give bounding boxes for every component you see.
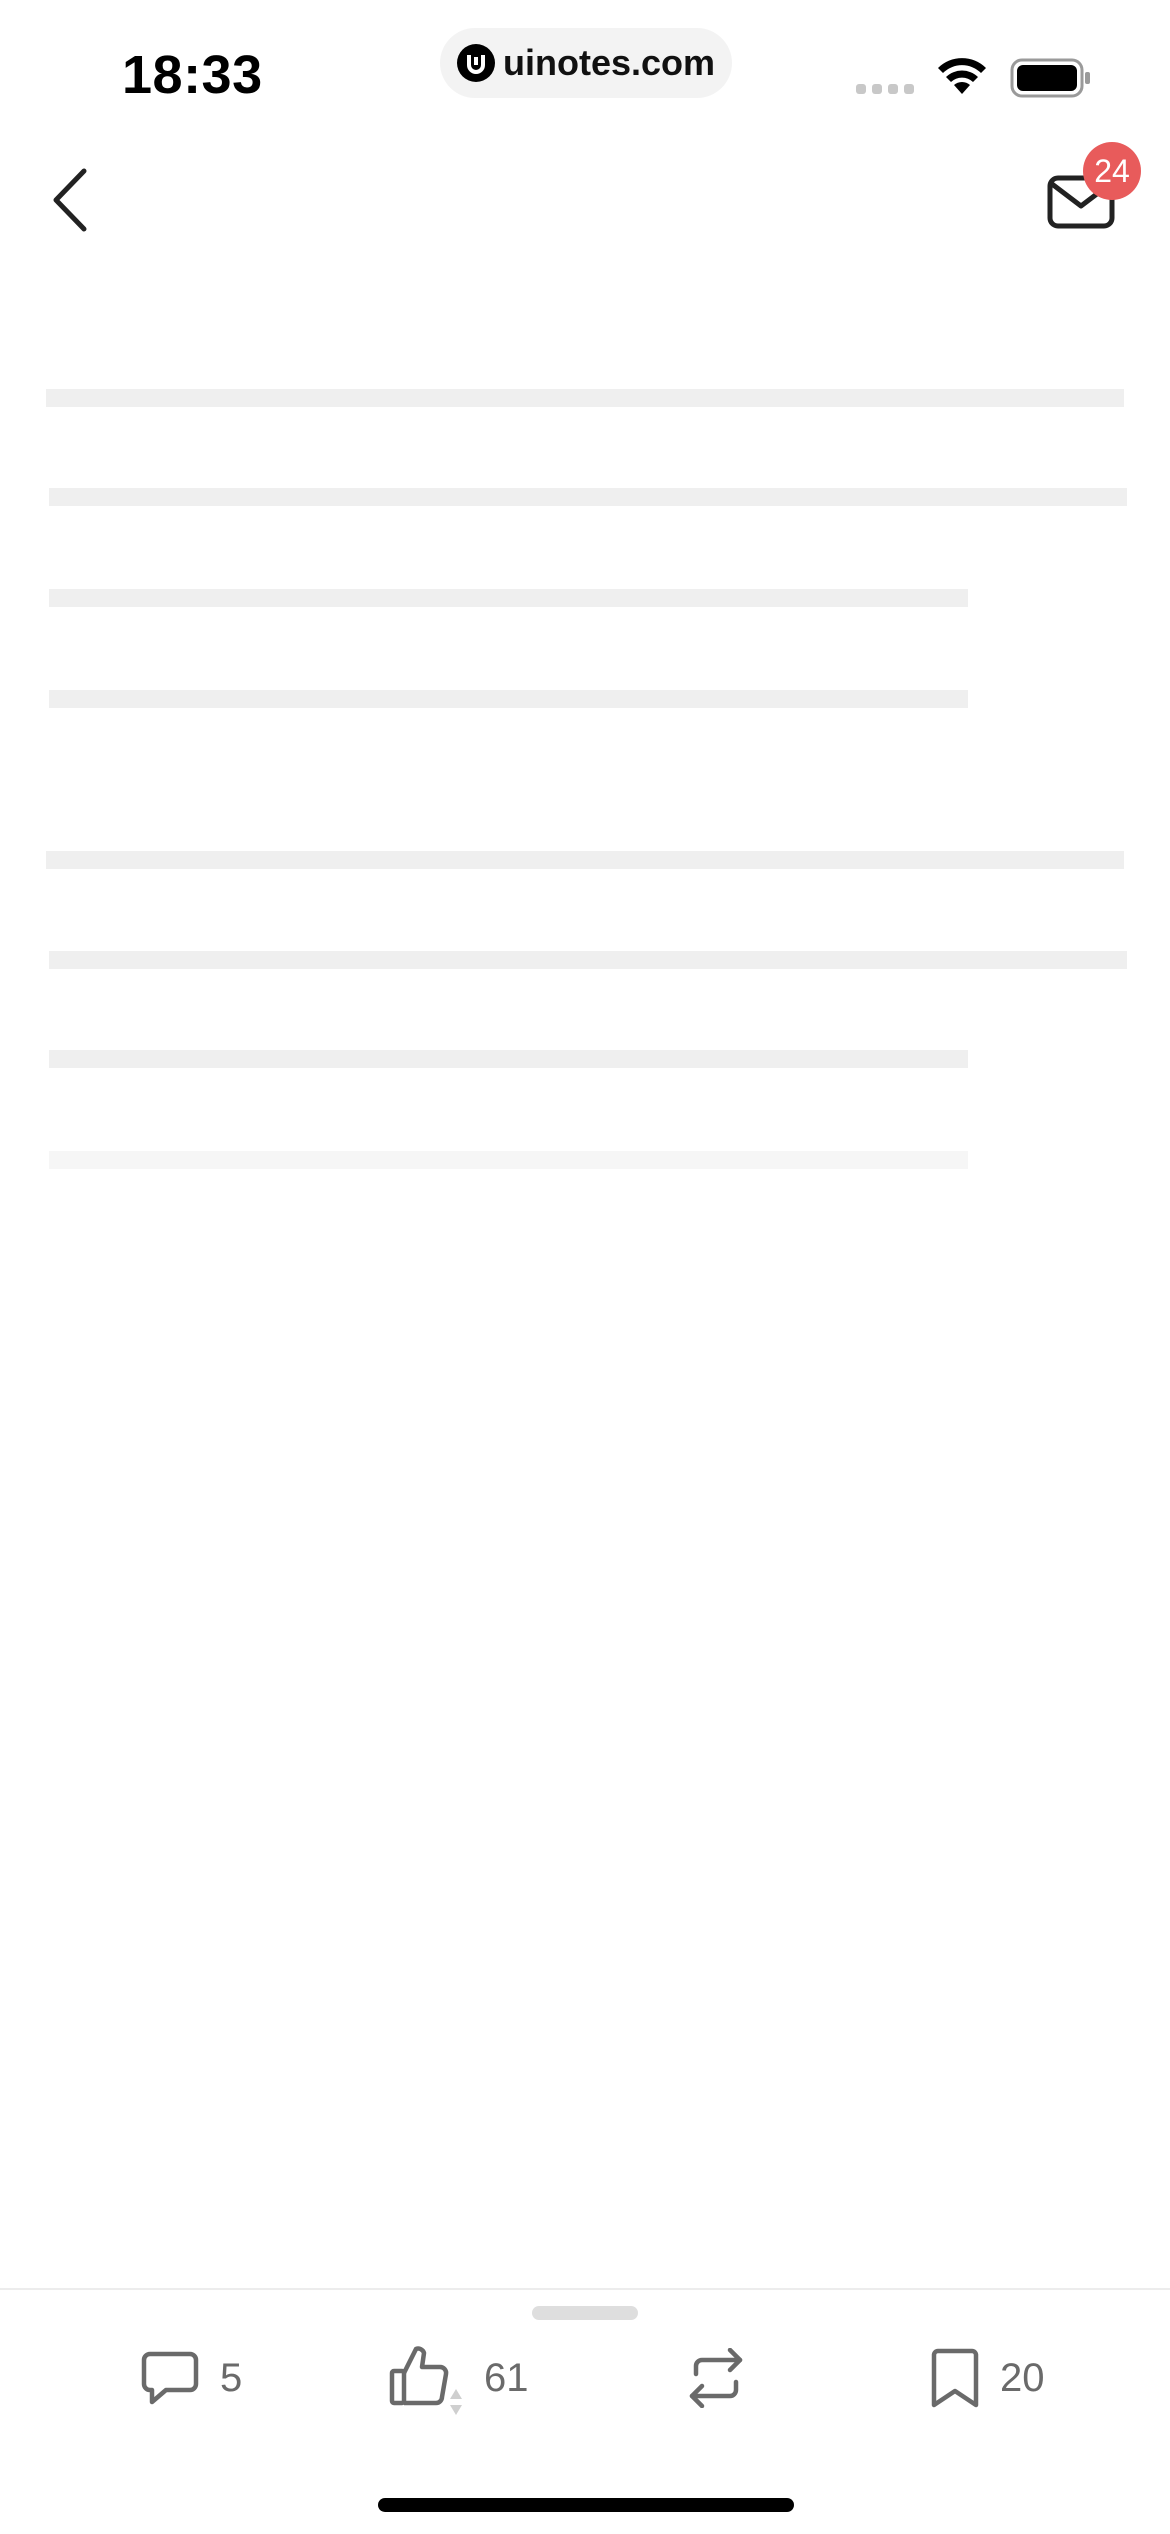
url-pill[interactable]: uinotes.com xyxy=(440,28,732,98)
like-button[interactable]: 61 xyxy=(388,2328,529,2428)
bookmark-icon xyxy=(931,2348,979,2408)
skeleton-line xyxy=(49,690,968,708)
skeleton-line xyxy=(49,589,968,607)
skeleton-line xyxy=(49,1151,968,1169)
skeleton-line xyxy=(49,1050,968,1068)
comment-button[interactable]: 5 xyxy=(140,2328,242,2428)
comment-icon xyxy=(141,2351,199,2405)
repost-icon xyxy=(689,2348,743,2408)
like-count: 61 xyxy=(484,2355,529,2400)
site-logo-icon xyxy=(456,44,495,82)
skeleton-line xyxy=(46,851,1124,869)
battery-icon xyxy=(1010,58,1090,98)
like-icon-wrap xyxy=(388,2343,464,2415)
url-text: uinotes.com xyxy=(502,42,716,83)
thumbs-up-icon xyxy=(389,2346,449,2406)
comment-count: 5 xyxy=(220,2355,243,2400)
bookmark-button[interactable]: 20 xyxy=(930,2328,1045,2428)
skeleton-line xyxy=(46,389,1124,407)
vote-arrows-icon xyxy=(450,2389,462,2415)
cellular-signal-icon xyxy=(856,84,914,94)
back-button[interactable] xyxy=(40,160,100,240)
bottom-action-bar: 5 61 20 xyxy=(0,2288,1170,2534)
wifi-icon xyxy=(938,58,986,94)
bookmark-count: 20 xyxy=(1000,2355,1045,2400)
chevron-left-icon xyxy=(53,168,87,232)
drag-handle[interactable] xyxy=(532,2306,638,2320)
skeleton-line xyxy=(49,488,1127,506)
status-time: 18:33 xyxy=(122,45,263,105)
skeleton-line xyxy=(49,951,1127,969)
unread-badge: 24 xyxy=(1083,142,1141,200)
repost-button[interactable] xyxy=(680,2328,772,2428)
home-indicator[interactable] xyxy=(378,2498,794,2512)
